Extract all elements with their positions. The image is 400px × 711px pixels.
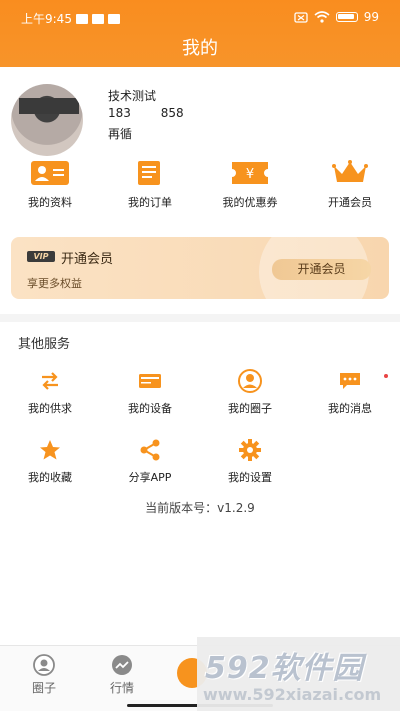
app-version: 当前版本号：v1.2.9 [145,501,255,515]
service-supply-demand[interactable]: 我的供求 [10,370,90,416]
svg-text:¥: ¥ [246,167,254,182]
watermark-url: www.592xiazai.com [203,685,382,704]
vip-banner[interactable]: VIP 开通会员 享更多权益 开通会员 [11,237,389,299]
unread-dot [384,374,388,378]
page-title: 我的 [182,38,218,59]
notification-icon [91,13,104,24]
battery-icon [335,12,358,22]
coupon-icon: ¥ [232,162,268,184]
user-circle-icon [238,369,262,393]
service-favorites[interactable]: 我的收藏 [10,439,90,485]
nav-tab-label: 行情 [109,681,134,695]
crown-icon [332,160,368,182]
nav-tab-market[interactable]: 行情 [92,654,152,696]
profile-card-icon [31,161,69,185]
service-label: 我的收藏 [28,471,72,484]
trend-icon [112,655,132,675]
service-circle[interactable]: 我的圈子 [210,369,290,416]
vip-badge: VIP [27,251,55,262]
quick-action-coupons[interactable]: ¥ 我的优惠券 [205,160,295,210]
service-label: 我的设置 [228,471,272,484]
other-services: 其他服务 我的供求 我的设备 我的圈子 我的消息 我的收藏 分享APP 我的设置… [0,322,400,645]
swap-icon [42,372,58,390]
battery-level: 99 [363,10,379,24]
service-label: 我的供求 [28,402,72,415]
user-name: 技术测试 [108,89,157,103]
service-devices[interactable]: 我的设备 [110,370,190,416]
service-label: 我的设备 [128,402,172,415]
user-org: 再循 [108,127,133,141]
status-bar: 上午9:45 99 [0,0,400,34]
nav-tab-label: 圈子 [31,681,56,695]
star-icon [40,440,60,460]
service-label: 我的消息 [328,402,372,415]
service-label: 我的圈子 [228,402,272,415]
service-settings[interactable]: 我的设置 [210,439,290,485]
quick-action-profile[interactable]: 我的资料 [5,160,95,210]
wallet-icon [107,13,120,24]
quick-action-label: 我的订单 [128,196,172,209]
share-icon [140,439,160,461]
quick-action-label: 我的优惠券 [222,196,278,209]
wifi-icon [314,11,330,23]
section-title: 其他服务 [18,337,71,352]
quick-action-vip[interactable]: 开通会员 [305,160,395,210]
watermark-brand: 592软件园 [205,651,364,686]
gear-icon [239,439,261,461]
message-icon [340,373,360,389]
device-icon [139,374,161,388]
service-label: 分享APP [128,471,172,484]
vip-title: 开通会员 [61,252,114,267]
profile-section: 技术测试 183 858 再循 我的资料 我的订单 ¥ 我的优惠券 开通会员 V… [0,67,400,314]
header: 上午9:45 99 我的 [0,0,400,67]
nav-tab-circle[interactable]: 圈子 [14,654,74,696]
order-list-icon [138,161,160,185]
open-vip-button[interactable]: 开通会员 [272,259,371,280]
quick-action-label: 我的资料 [28,196,72,209]
notification-icon [75,13,88,24]
quick-actions: 我的资料 我的订单 ¥ 我的优惠券 开通会员 [0,160,400,210]
quick-action-label: 开通会员 [328,196,372,209]
vip-subtitle: 享更多权益 [27,277,82,290]
service-messages[interactable]: 我的消息 [310,370,390,416]
user-phone: 183 858 [108,106,184,120]
avatar[interactable] [11,84,83,156]
status-time: 上午9:45 [21,12,72,26]
sim-icon [294,11,308,23]
quick-action-orders[interactable]: 我的订单 [105,160,195,210]
watermark: 592软件园 www.592xiazai.com [197,637,400,711]
user-circle-icon [33,654,55,676]
service-share[interactable]: 分享APP [110,439,190,485]
